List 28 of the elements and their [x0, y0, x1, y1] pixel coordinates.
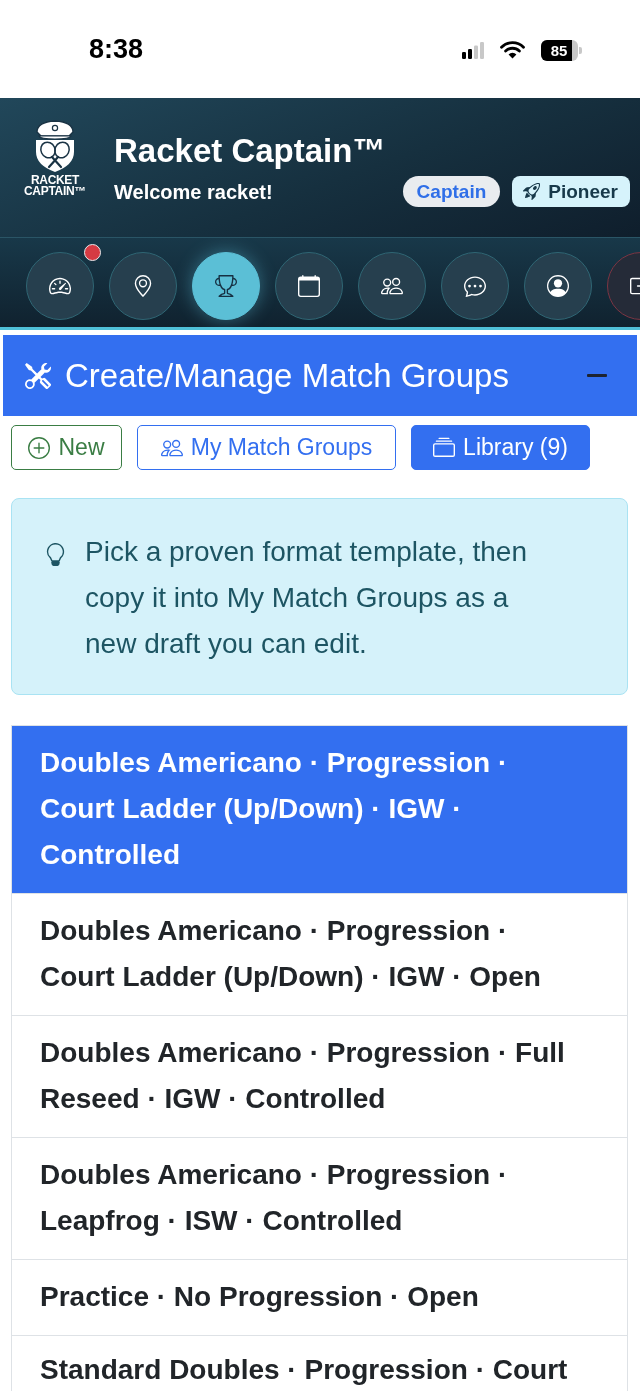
app-title: Racket Captain™: [114, 133, 386, 169]
stack-icon: [433, 436, 456, 459]
signal-icon: [462, 41, 484, 59]
badge-label: Pioneer: [548, 182, 618, 201]
chat-bubble-icon: [464, 275, 486, 297]
wifi-icon: [500, 41, 525, 59]
template-item[interactable]: Doubles Americano · Progression · Court Ladder (Up/Down) · IGW · Controlled: [12, 726, 627, 893]
lightbulb-icon: [44, 543, 67, 566]
minus-icon: [587, 374, 607, 377]
rocket-icon: [523, 183, 541, 200]
gauge-icon: [49, 275, 71, 297]
panel-title: Create/Manage Match Groups: [65, 359, 509, 392]
logo-text: CAPTAIN™: [24, 186, 87, 197]
view-button[interactable]: New: [11, 425, 122, 470]
people-icon: [381, 275, 403, 297]
battery-level-text: 85: [550, 42, 568, 58]
info-text: Pick a proven format template, then copy it into My Match Groups as a new draft you can edit.: [85, 535, 528, 661]
view-button[interactable]: My Match Groups: [137, 425, 396, 470]
map-pin-icon: [132, 275, 154, 297]
view-button[interactable]: Library (9): [411, 425, 590, 470]
logo-text: RACKET: [30, 175, 80, 186]
calendar-icon: [298, 275, 320, 297]
welcome-text: Welcome racket!: [114, 181, 273, 202]
tools-icon: [25, 362, 51, 389]
trophy-icon: [215, 275, 237, 297]
role-badge: Captain: [402, 176, 501, 207]
clock-time: 8:38: [89, 35, 144, 63]
nav-button[interactable]: [192, 252, 260, 320]
